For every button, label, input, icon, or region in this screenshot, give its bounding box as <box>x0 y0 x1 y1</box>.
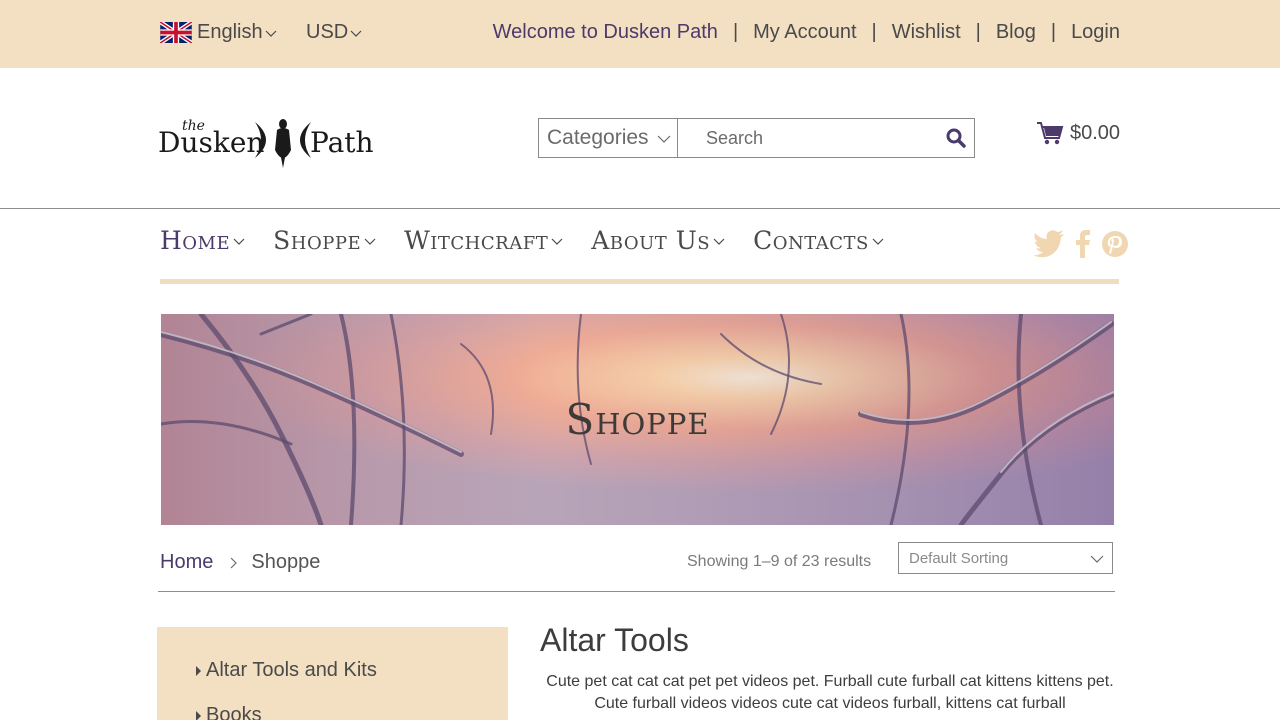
sort-value: Default Sorting <box>909 549 1009 567</box>
chevron-down-icon <box>872 238 884 245</box>
social-links <box>1033 230 1129 258</box>
breadcrumb-current: Shoppe <box>251 551 321 573</box>
separator: | <box>975 21 981 43</box>
wishlist-link[interactable]: Wishlist <box>892 21 961 44</box>
separator: | <box>1050 21 1057 43</box>
chevron-right-icon <box>230 557 238 568</box>
language-selector[interactable]: English <box>160 21 277 44</box>
nav-item-label: Witchcraft <box>404 226 549 255</box>
chevron-down-icon <box>350 30 362 37</box>
separator: | <box>871 21 877 43</box>
chevron-down-icon <box>265 30 277 37</box>
caret-right-icon <box>196 665 201 676</box>
shopping-cart-icon <box>1037 122 1064 145</box>
nav-item-label: Contacts <box>753 226 869 255</box>
banner-title: Shoppe <box>565 395 710 444</box>
currency-selector[interactable]: USD <box>306 21 362 44</box>
login-link[interactable]: Login <box>1071 21 1120 44</box>
nav-item-shoppe[interactable]: Shoppe <box>273 226 376 255</box>
main-nav: Home Shoppe Witchcraft About Us Contacts <box>160 226 912 255</box>
top-nav: Welcome to Dusken Path | My Account | Wi… <box>493 21 1120 44</box>
sidebar-item-label: Books <box>206 704 262 720</box>
facebook-icon[interactable] <box>1075 230 1091 258</box>
nav-item-about-us[interactable]: About Us <box>591 226 725 255</box>
sidebar-item-altar-tools-and-kits[interactable]: Altar Tools and Kits <box>196 659 377 682</box>
chevron-down-icon <box>713 238 725 245</box>
chevron-down-icon <box>657 135 670 143</box>
category-title: Altar Tools <box>540 622 689 658</box>
cart-total: $0.00 <box>1070 121 1121 144</box>
chevron-down-icon <box>1090 555 1104 563</box>
logo-text-dusken: Dusken <box>158 126 264 159</box>
categories-label: Categories <box>547 126 649 149</box>
nav-item-witchcraft[interactable]: Witchcraft <box>404 226 563 255</box>
my-account-link[interactable]: My Account <box>753 21 856 44</box>
nav-item-label: Shoppe <box>273 226 362 255</box>
site-logo[interactable]: the Dusken Path <box>158 112 373 170</box>
twitter-icon[interactable] <box>1033 230 1065 258</box>
content-divider <box>158 591 1115 592</box>
cart-button[interactable]: $0.00 <box>1036 120 1120 146</box>
search-icon <box>946 128 966 148</box>
nav-item-label: About Us <box>591 226 711 255</box>
pinterest-icon[interactable] <box>1101 230 1129 258</box>
chevron-down-icon <box>364 238 376 245</box>
sidebar-item-label: Altar Tools and Kits <box>206 659 377 681</box>
currency-label: USD <box>306 21 349 43</box>
categories-dropdown[interactable]: Categories <box>539 119 678 157</box>
caret-right-icon <box>196 710 201 720</box>
sidebar-item-books[interactable]: Books <box>196 704 262 720</box>
search-button[interactable] <box>938 119 974 157</box>
sort-dropdown[interactable]: Default Sorting <box>898 542 1113 574</box>
search-input[interactable] <box>678 119 938 157</box>
breadcrumb: Home Shoppe <box>160 551 320 574</box>
top-bar: English USD Welcome to Dusken Path | My … <box>0 0 1280 68</box>
header-divider <box>0 208 1280 209</box>
nav-item-label: Home <box>160 226 231 255</box>
blog-link[interactable]: Blog <box>996 21 1036 44</box>
logo-text-path: Path <box>310 126 373 159</box>
chevron-down-icon <box>551 238 563 245</box>
search-bar: Categories <box>538 118 975 158</box>
uk-flag-icon <box>160 22 192 43</box>
nav-item-home[interactable]: Home <box>160 226 245 255</box>
result-count: Showing 1–9 of 23 results <box>687 553 872 570</box>
chevron-down-icon <box>233 238 245 245</box>
category-sidebar: Altar Tools and Kits Books <box>157 627 508 720</box>
nav-item-contacts[interactable]: Contacts <box>753 226 884 255</box>
welcome-text: Welcome to Dusken Path <box>492 21 718 43</box>
page-banner: Shoppe <box>161 314 1114 525</box>
separator: | <box>732 21 739 43</box>
nav-underline <box>160 279 1119 284</box>
category-description: Cute pet cat cat cat pet pet videos pet.… <box>546 673 1114 712</box>
breadcrumb-home-link[interactable]: Home <box>160 551 213 574</box>
language-label: English <box>197 21 263 43</box>
